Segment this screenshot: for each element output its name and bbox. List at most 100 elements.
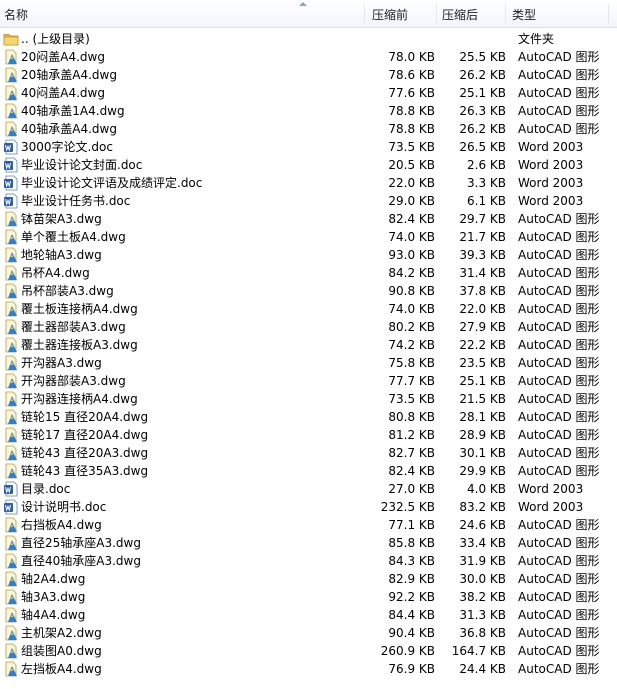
autocad-file-icon bbox=[3, 373, 19, 389]
compressed-size: 2.6 KB bbox=[467, 158, 506, 172]
file-name: 40轴承盖1A4.dwg bbox=[21, 104, 125, 118]
file-name: 链轮15 直径20A4.dwg bbox=[21, 410, 149, 424]
file-name: 地轮轴A3.dwg bbox=[21, 248, 102, 262]
column-name-header[interactable]: 名称 bbox=[4, 0, 28, 27]
file-type: AutoCAD 图形 bbox=[518, 50, 600, 64]
file-row[interactable]: 设计说明书.doc 232.5 KB 83.2 KB Word 2003 bbox=[0, 498, 617, 516]
original-size: 78.6 KB bbox=[388, 68, 435, 82]
file-row[interactable]: 链轮43 直径20A3.dwg 82.7 KB 30.1 KB AutoCAD … bbox=[0, 444, 617, 462]
column-divider[interactable] bbox=[436, 4, 437, 23]
file-row[interactable]: 20轴承盖A4.dwg 78.6 KB 26.2 KB AutoCAD 图形 bbox=[0, 66, 617, 84]
file-row[interactable]: .. (上级目录) 文件夹 bbox=[0, 30, 617, 48]
compressed-size: 164.7 KB bbox=[451, 644, 506, 658]
compressed-size: 37.8 KB bbox=[459, 284, 506, 298]
original-size: 27.0 KB bbox=[388, 482, 435, 496]
file-row[interactable]: 开沟器连接柄A4.dwg 73.5 KB 21.5 KB AutoCAD 图形 bbox=[0, 390, 617, 408]
column-original-size-header[interactable]: 压缩前 bbox=[372, 0, 408, 27]
file-row[interactable]: 毕业设计任务书.doc 29.0 KB 6.1 KB Word 2003 bbox=[0, 192, 617, 210]
autocad-file-icon bbox=[3, 661, 19, 677]
word-file-icon bbox=[3, 481, 19, 497]
file-row[interactable]: 左挡板A4.dwg 76.9 KB 24.4 KB AutoCAD 图形 bbox=[0, 660, 617, 678]
file-row[interactable]: 毕业设计论文封面.doc 20.5 KB 2.6 KB Word 2003 bbox=[0, 156, 617, 174]
file-type: AutoCAD 图形 bbox=[518, 662, 600, 676]
compressed-size: 31.4 KB bbox=[459, 266, 506, 280]
file-row[interactable]: 组装图A0.dwg 260.9 KB 164.7 KB AutoCAD 图形 bbox=[0, 642, 617, 660]
file-type: AutoCAD 图形 bbox=[518, 230, 600, 244]
word-file-icon bbox=[3, 139, 19, 155]
file-row[interactable]: 覆土器部装A3.dwg 80.2 KB 27.9 KB AutoCAD 图形 bbox=[0, 318, 617, 336]
original-size: 74.0 KB bbox=[388, 302, 435, 316]
file-row[interactable]: 右挡板A4.dwg 77.1 KB 24.6 KB AutoCAD 图形 bbox=[0, 516, 617, 534]
original-size: 90.8 KB bbox=[388, 284, 435, 298]
file-row[interactable]: 3000字论文.doc 73.5 KB 26.5 KB Word 2003 bbox=[0, 138, 617, 156]
file-row[interactable]: 开沟器部装A3.dwg 77.7 KB 25.1 KB AutoCAD 图形 bbox=[0, 372, 617, 390]
compressed-size: 22.2 KB bbox=[459, 338, 506, 352]
column-divider[interactable] bbox=[608, 4, 609, 23]
sort-ascending-icon bbox=[299, 2, 307, 6]
file-row[interactable]: 链轮43 直径35A3.dwg 82.4 KB 29.9 KB AutoCAD … bbox=[0, 462, 617, 480]
file-row[interactable]: 链轮17 直径20A4.dwg 81.2 KB 28.9 KB AutoCAD … bbox=[0, 426, 617, 444]
autocad-file-icon bbox=[3, 121, 19, 137]
file-name: 链轮43 直径35A3.dwg bbox=[21, 464, 149, 478]
file-row[interactable]: 直径25轴承座A3.dwg 85.8 KB 33.4 KB AutoCAD 图形 bbox=[0, 534, 617, 552]
column-compressed-size-header[interactable]: 压缩后 bbox=[442, 0, 478, 27]
file-row[interactable]: 轴2A4.dwg 82.9 KB 30.0 KB AutoCAD 图形 bbox=[0, 570, 617, 588]
compressed-size: 4.0 KB bbox=[467, 482, 506, 496]
file-row[interactable]: 轴3A3.dwg 92.2 KB 38.2 KB AutoCAD 图形 bbox=[0, 588, 617, 606]
file-row[interactable]: 20闷盖A4.dwg 78.0 KB 25.5 KB AutoCAD 图形 bbox=[0, 48, 617, 66]
file-type: AutoCAD 图形 bbox=[518, 248, 600, 262]
autocad-file-icon bbox=[3, 643, 19, 659]
compressed-size: 29.9 KB bbox=[459, 464, 506, 478]
file-row[interactable]: 开沟器A3.dwg 75.8 KB 23.5 KB AutoCAD 图形 bbox=[0, 354, 617, 372]
column-divider[interactable] bbox=[505, 4, 506, 23]
autocad-file-icon bbox=[3, 355, 19, 371]
file-row[interactable]: 40轴承盖A4.dwg 78.8 KB 26.2 KB AutoCAD 图形 bbox=[0, 120, 617, 138]
file-name: 40闷盖A4.dwg bbox=[21, 86, 105, 100]
column-header: 名称 压缩前 压缩后 类型 bbox=[0, 0, 617, 28]
file-row[interactable]: 覆土板连接柄A4.dwg 74.0 KB 22.0 KB AutoCAD 图形 bbox=[0, 300, 617, 318]
file-name: 直径40轴承座A3.dwg bbox=[21, 554, 141, 568]
original-size: 90.4 KB bbox=[388, 626, 435, 640]
original-size: 74.2 KB bbox=[388, 338, 435, 352]
autocad-file-icon bbox=[3, 283, 19, 299]
folder-icon bbox=[3, 31, 19, 47]
file-row[interactable]: 主机架A2.dwg 90.4 KB 36.8 KB AutoCAD 图形 bbox=[0, 624, 617, 642]
file-row[interactable]: 吊杯部装A3.dwg 90.8 KB 37.8 KB AutoCAD 图形 bbox=[0, 282, 617, 300]
file-row[interactable]: 40闷盖A4.dwg 77.6 KB 25.1 KB AutoCAD 图形 bbox=[0, 84, 617, 102]
file-name: 覆土器部装A3.dwg bbox=[21, 320, 126, 334]
autocad-file-icon bbox=[3, 607, 19, 623]
file-type: AutoCAD 图形 bbox=[518, 266, 600, 280]
file-row[interactable]: 毕业设计论文评语及成绩评定.doc 22.0 KB 3.3 KB Word 20… bbox=[0, 174, 617, 192]
file-row[interactable]: 覆土器连接板A3.dwg 74.2 KB 22.2 KB AutoCAD 图形 bbox=[0, 336, 617, 354]
file-row[interactable]: 链轮15 直径20A4.dwg 80.8 KB 28.1 KB AutoCAD … bbox=[0, 408, 617, 426]
file-row[interactable]: 吊杯A4.dwg 84.2 KB 31.4 KB AutoCAD 图形 bbox=[0, 264, 617, 282]
file-type: AutoCAD 图形 bbox=[518, 86, 600, 100]
autocad-file-icon bbox=[3, 211, 19, 227]
file-name: 覆土板连接柄A4.dwg bbox=[21, 302, 138, 316]
file-row[interactable]: 40轴承盖1A4.dwg 78.8 KB 26.3 KB AutoCAD 图形 bbox=[0, 102, 617, 120]
column-type-header[interactable]: 类型 bbox=[512, 0, 536, 27]
compressed-size: 3.3 KB bbox=[467, 176, 506, 190]
file-name: 单个覆土板A4.dwg bbox=[21, 230, 126, 244]
file-row[interactable]: 钵苗架A3.dwg 82.4 KB 29.7 KB AutoCAD 图形 bbox=[0, 210, 617, 228]
file-row[interactable]: 单个覆土板A4.dwg 74.0 KB 21.7 KB AutoCAD 图形 bbox=[0, 228, 617, 246]
original-size: 84.2 KB bbox=[388, 266, 435, 280]
file-row[interactable]: 地轮轴A3.dwg 93.0 KB 39.3 KB AutoCAD 图形 bbox=[0, 246, 617, 264]
file-type: AutoCAD 图形 bbox=[518, 608, 600, 622]
autocad-file-icon bbox=[3, 85, 19, 101]
file-row[interactable]: 轴4A4.dwg 84.4 KB 31.3 KB AutoCAD 图形 bbox=[0, 606, 617, 624]
file-type: AutoCAD 图形 bbox=[518, 122, 600, 136]
file-row[interactable]: 目录.doc 27.0 KB 4.0 KB Word 2003 bbox=[0, 480, 617, 498]
file-row[interactable]: 直径40轴承座A3.dwg 84.3 KB 31.9 KB AutoCAD 图形 bbox=[0, 552, 617, 570]
autocad-file-icon bbox=[3, 625, 19, 641]
compressed-size: 28.1 KB bbox=[459, 410, 506, 424]
file-name: 轴4A4.dwg bbox=[21, 608, 86, 622]
compressed-size: 30.1 KB bbox=[459, 446, 506, 460]
original-size: 20.5 KB bbox=[388, 158, 435, 172]
file-name: 开沟器部装A3.dwg bbox=[21, 374, 126, 388]
compressed-size: 22.0 KB bbox=[459, 302, 506, 316]
column-divider[interactable] bbox=[364, 4, 365, 23]
autocad-file-icon bbox=[3, 229, 19, 245]
autocad-file-icon bbox=[3, 319, 19, 335]
compressed-size: 36.8 KB bbox=[459, 626, 506, 640]
